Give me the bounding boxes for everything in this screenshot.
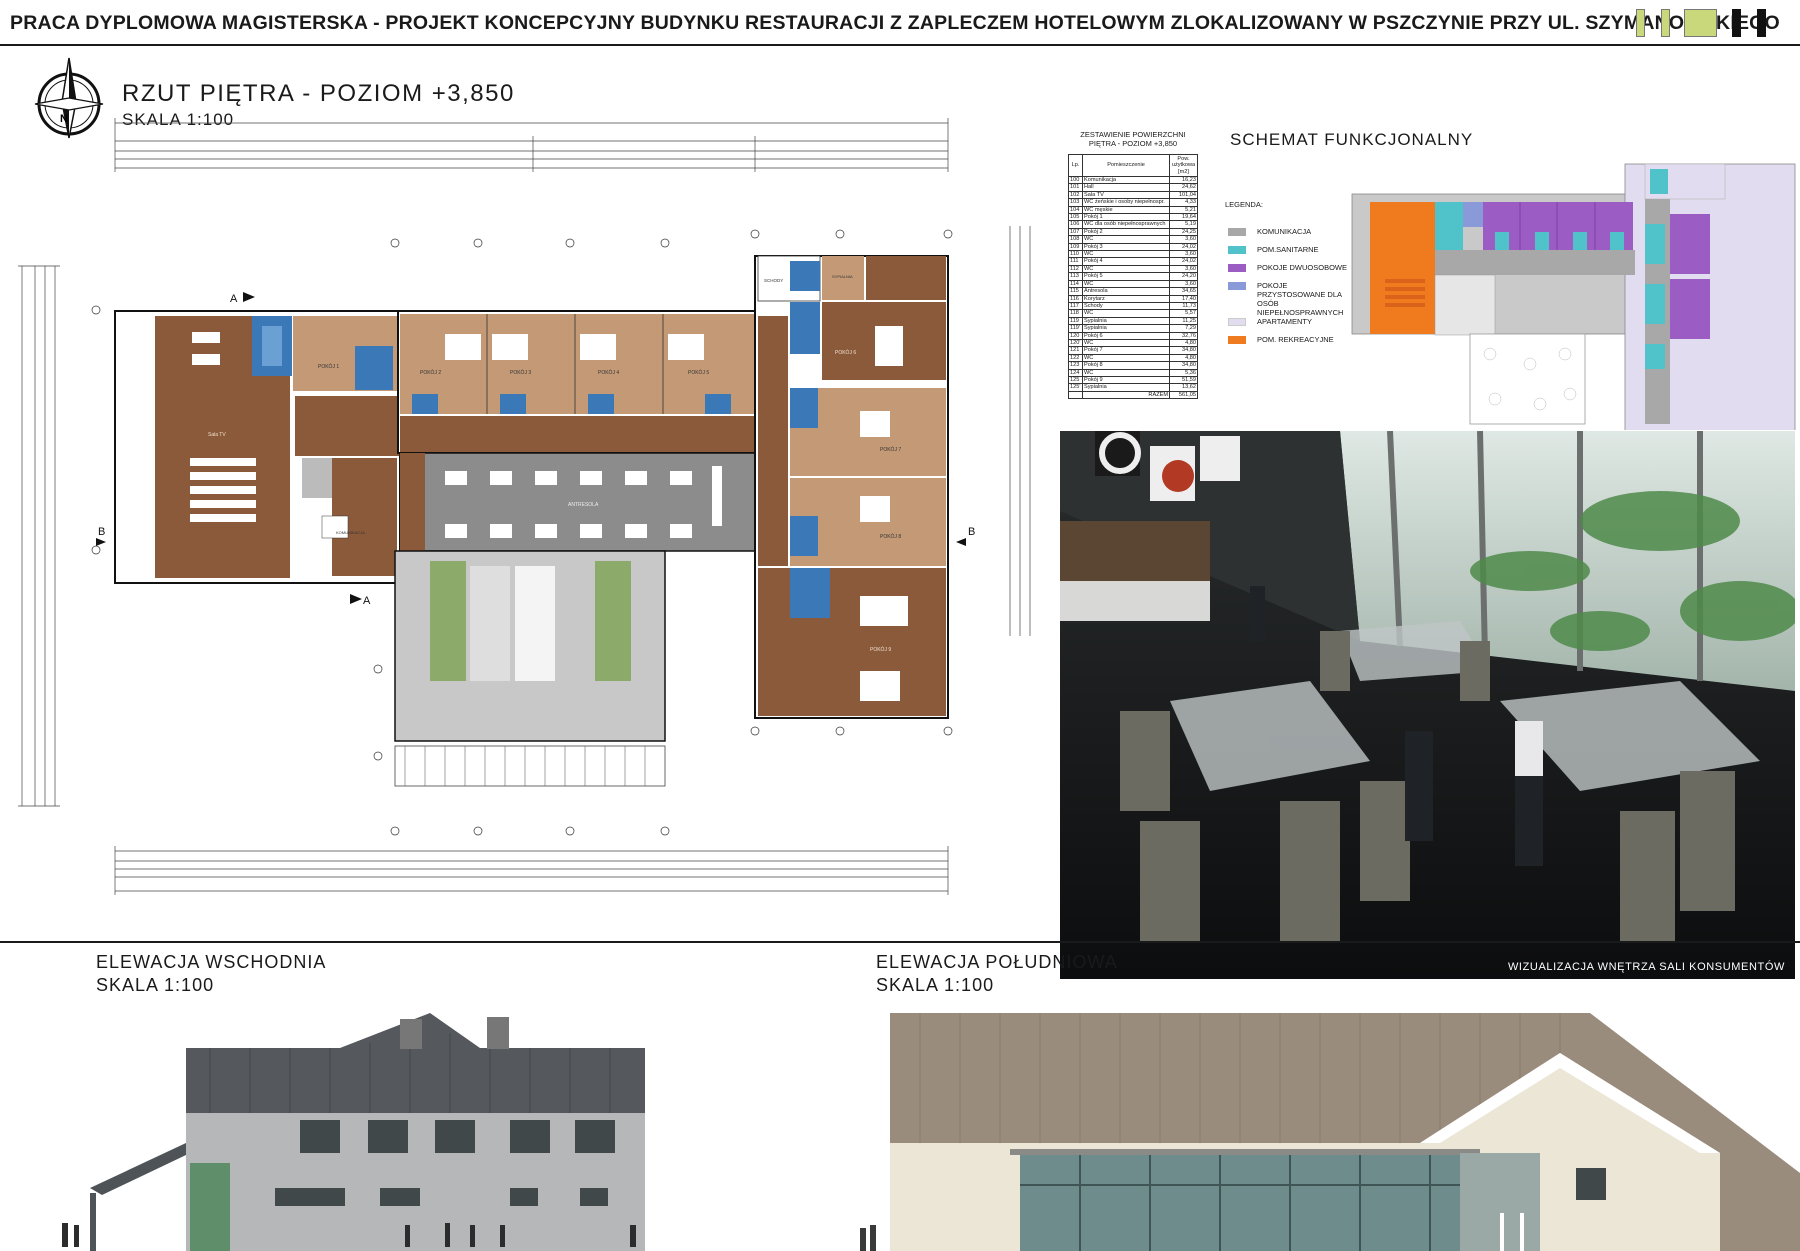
svg-text:POKÓJ 2: POKÓJ 2: [420, 369, 441, 376]
legend-swatch: [1228, 228, 1246, 236]
legend-swatch: [1228, 246, 1246, 254]
mezzanine: ANTRESOLA: [399, 452, 756, 552]
legend-swatch: [1228, 282, 1246, 290]
table-row: 125' Sypialnia 13,62: [1068, 383, 1198, 392]
table-row: 107 Pokój 2 24,25: [1068, 227, 1198, 237]
building-east-wing: SCHODY SYPIALNIA POKÓJ 6 POKÓJ 7 POKÓJ 8: [754, 255, 949, 719]
svg-text:A: A: [230, 293, 238, 305]
floor-plan-title: RZUT PIĘTRA - POZIOM +3,850: [122, 80, 515, 107]
svg-text:POKÓJ 4: POKÓJ 4: [598, 369, 619, 376]
building-north-wing: POKÓJ 2 POKÓJ 3 POKÓJ 4 POKÓJ 5: [397, 310, 756, 454]
table-row: 115 Antresola 34,65: [1068, 287, 1198, 296]
area-table-total: RAZEM 561,05: [1068, 390, 1198, 400]
floor-plan: Sala TV POKÓJ 1 KOMUNIKACJA POKÓJ 2 POKÓ…: [18, 118, 1031, 895]
svg-text:POKÓJ 7: POKÓJ 7: [880, 446, 901, 453]
table-row: 113 Pokój 5 24,20: [1068, 272, 1198, 281]
title-swatch-1: [1636, 9, 1645, 37]
east-elevation-title: ELEWACJA WSCHODNIA SKALA 1:100: [96, 952, 327, 995]
left-dimension-lines: [18, 265, 60, 807]
interior-visualization: WIZUALIZACJA WNĘTRZA SALI KONSUMENTÓW: [1060, 431, 1795, 979]
table-row: 120 Pokój 6 32,76: [1068, 331, 1198, 340]
table-row: 108 WC 3,60: [1068, 235, 1198, 244]
table-row: 114 WC 3,60: [1068, 279, 1198, 289]
bottom-dimension-lines: [114, 846, 949, 895]
right-dimension-lines: [1009, 226, 1031, 636]
table-row: 119 Sypialnia 11,25: [1068, 316, 1198, 326]
bottom-panel: ELEWACJA WSCHODNIA SKALA 1:100 ELEWACJA …: [0, 941, 1800, 1251]
table-row: 116 Korytarz 17,40: [1068, 294, 1198, 303]
legend-swatch: [1228, 318, 1246, 326]
table-row: 117 Schody 11,73: [1068, 301, 1198, 311]
atrium-garden: [394, 550, 666, 787]
table-row: 110 WC 3,60: [1068, 250, 1198, 259]
table-row: 118 WC 5,57: [1068, 309, 1198, 318]
table-row: 100 Komunikacja 16,23: [1068, 175, 1198, 185]
legend-title: LEGENDA:: [1225, 200, 1263, 209]
table-row: 111 Pokój 4 24,02: [1068, 257, 1198, 266]
table-row: 125 Pokój 9 51,59: [1068, 375, 1198, 385]
legend-swatch: [1228, 264, 1246, 272]
svg-text:SCHODY: SCHODY: [764, 278, 783, 283]
area-table: Lp. Pomieszczenie Pow. użytkowa [m2] 100…: [1068, 154, 1198, 400]
interior-render-image: [1060, 431, 1795, 979]
east-elevation-drawing: [62, 1013, 645, 1251]
title-swatch-4: [1732, 9, 1741, 37]
svg-text:SYPIALNIA: SYPIALNIA: [832, 274, 853, 279]
svg-text:B: B: [968, 526, 975, 538]
table-row: 120' WC 4,80: [1068, 338, 1198, 348]
south-elevation-title: ELEWACJA POŁUDNIOWA SKALA 1:100: [876, 952, 1118, 995]
area-table-header: Lp. Pomieszczenie Pow. użytkowa [m2]: [1068, 154, 1198, 177]
table-row: 121 Pokój 7 34,80: [1068, 346, 1198, 355]
svg-text:B: B: [98, 526, 105, 538]
svg-text:POKÓJ 3: POKÓJ 3: [510, 369, 531, 376]
title-swatch-2: [1661, 9, 1670, 37]
table-row: 124 WC 5,36: [1068, 368, 1198, 377]
svg-text:KOMUNIKACJA: KOMUNIKACJA: [336, 530, 365, 535]
table-row: 102 Sala TV 101,04: [1068, 190, 1198, 200]
top-dimension-lines: [114, 118, 949, 172]
table-row: 122 WC 4,80: [1068, 353, 1198, 363]
south-elevation-drawing: [860, 1013, 1800, 1251]
functional-schema-diagram: [1351, 163, 1796, 430]
table-row: 104 WC męskie 5,21: [1068, 205, 1198, 215]
table-row: 123 Pokój 8 34,80: [1068, 361, 1198, 370]
title-swatch-5: [1757, 9, 1766, 37]
table-row: 106 WC dla osób niepełnosprawnych 5,19: [1068, 220, 1198, 229]
building-west-wing: Sala TV POKÓJ 1 KOMUNIKACJA: [114, 310, 401, 584]
table-row: 119' Sypialnia 7,29: [1068, 324, 1198, 333]
svg-text:Sala TV: Sala TV: [208, 432, 226, 438]
top-panel: N RZUT PIĘTRA - POZIOM +3,850 SKALA 1:10…: [0, 46, 1800, 979]
svg-text:A: A: [363, 595, 371, 607]
svg-text:POKÓJ 9: POKÓJ 9: [870, 646, 891, 653]
table-row: 112 WC 3,60: [1068, 264, 1198, 274]
svg-text:POKÓJ 6: POKÓJ 6: [835, 349, 856, 356]
title-swatch-3: [1684, 9, 1717, 37]
table-row: 101 Hall 24,62: [1068, 183, 1198, 192]
table-row: 105 Pokój 1 19,64: [1068, 213, 1198, 222]
area-table-caption: ZESTAWIENIE POWIERZCHNI PIĘTRA - POZIOM …: [1080, 130, 1186, 148]
sheet-title: PRACA DYPLOMOWA MAGISTERSKA - PROJEKT KO…: [10, 12, 1780, 34]
svg-text:POKÓJ 8: POKÓJ 8: [880, 533, 901, 540]
table-row: 103 WC żeńskie i osoby niepełnospr. 4,33: [1068, 198, 1198, 207]
legend-swatch: [1228, 336, 1246, 344]
area-table-panel: ZESTAWIENIE POWIERZCHNI PIĘTRA - POZIOM …: [1068, 130, 1198, 400]
svg-text:ANTRESOLA: ANTRESOLA: [568, 502, 599, 508]
svg-text:POKÓJ 1: POKÓJ 1: [318, 363, 339, 370]
table-row: 109 Pokój 3 24,02: [1068, 242, 1198, 252]
header: PRACA DYPLOMOWA MAGISTERSKA - PROJEKT KO…: [0, 0, 1800, 46]
svg-text:POKÓJ 5: POKÓJ 5: [688, 369, 709, 376]
